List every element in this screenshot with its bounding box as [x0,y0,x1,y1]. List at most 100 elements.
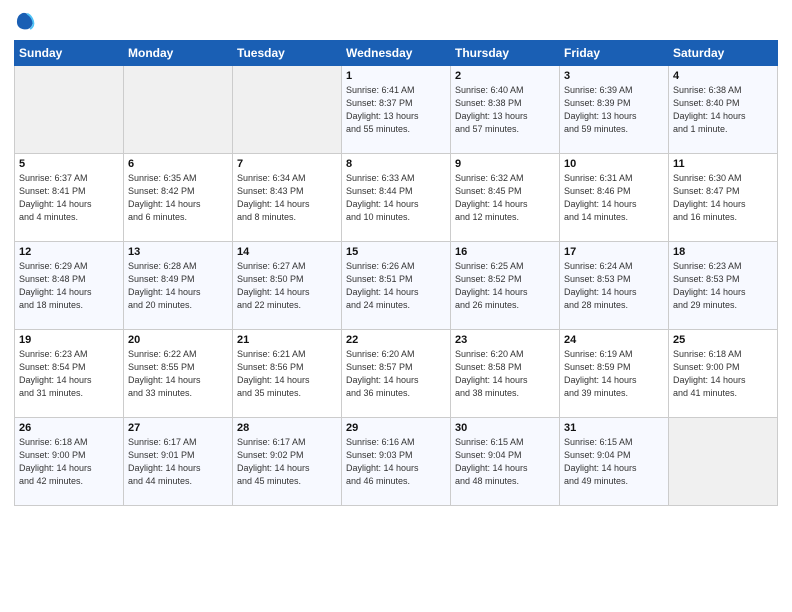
day-info: Sunrise: 6:17 AM Sunset: 9:02 PM Dayligh… [237,436,337,488]
day-info: Sunrise: 6:20 AM Sunset: 8:57 PM Dayligh… [346,348,446,400]
header [14,10,778,32]
day-number: 18 [673,246,773,258]
day-number: 3 [564,70,664,82]
day-number: 16 [455,246,555,258]
day-info: Sunrise: 6:24 AM Sunset: 8:53 PM Dayligh… [564,260,664,312]
calendar-cell: 21 Sunrise: 6:21 AM Sunset: 8:56 PM Dayli… [233,330,342,418]
calendar-cell: 11Sunrise: 6:30 AM Sunset: 8:47 PM Dayli… [669,154,778,242]
day-info: Sunrise: 6:15 AM Sunset: 9:04 PM Dayligh… [564,436,664,488]
weekday-header-tuesday: Tuesday [233,41,342,66]
day-number: 28 [237,422,337,434]
calendar-cell: 13 Sunrise: 6:28 AM Sunset: 8:49 PM Dayli… [124,242,233,330]
day-number: 1 [346,70,446,82]
day-number: 17 [564,246,664,258]
calendar-cell: 30 Sunrise: 6:15 AM Sunset: 9:04 PM Dayli… [451,418,560,506]
weekday-header-row: SundayMondayTuesdayWednesdayThursdayFrid… [15,41,778,66]
day-number: 4 [673,70,773,82]
day-number: 15 [346,246,446,258]
calendar-cell: 16 Sunrise: 6:25 AM Sunset: 8:52 PM Dayli… [451,242,560,330]
day-info: Sunrise: 6:38 AM Sunset: 8:40 PM Dayligh… [673,84,773,136]
day-number: 20 [128,334,228,346]
weekday-header-monday: Monday [124,41,233,66]
calendar-cell: 10 Sunrise: 6:31 AM Sunset: 8:46 PM Dayli… [560,154,669,242]
weekday-header-wednesday: Wednesday [342,41,451,66]
weekday-header-friday: Friday [560,41,669,66]
day-info: Sunrise: 6:16 AM Sunset: 9:03 PM Dayligh… [346,436,446,488]
day-number: 2 [455,70,555,82]
day-info: Sunrise: 6:37 AM Sunset: 8:41 PM Dayligh… [19,172,119,224]
calendar-cell: 29 Sunrise: 6:16 AM Sunset: 9:03 PM Dayli… [342,418,451,506]
calendar-cell: 24Sunrise: 6:19 AM Sunset: 8:59 PM Dayli… [560,330,669,418]
day-number: 26 [19,422,119,434]
calendar-cell [124,66,233,154]
calendar-cell: 4 Sunrise: 6:38 AM Sunset: 8:40 PM Daylig… [669,66,778,154]
day-number: 29 [346,422,446,434]
day-info: Sunrise: 6:33 AM Sunset: 8:44 PM Dayligh… [346,172,446,224]
day-number: 8 [346,158,446,170]
calendar-cell: 6 Sunrise: 6:35 AM Sunset: 8:42 PM Daylig… [124,154,233,242]
day-info: Sunrise: 6:23 AM Sunset: 8:53 PM Dayligh… [673,260,773,312]
day-number: 19 [19,334,119,346]
weekday-header-thursday: Thursday [451,41,560,66]
calendar-table: SundayMondayTuesdayWednesdayThursdayFrid… [14,40,778,506]
day-number: 5 [19,158,119,170]
calendar-cell: 26 Sunrise: 6:18 AM Sunset: 9:00 PM Dayli… [15,418,124,506]
day-number: 31 [564,422,664,434]
day-info: Sunrise: 6:28 AM Sunset: 8:49 PM Dayligh… [128,260,228,312]
day-number: 6 [128,158,228,170]
day-info: Sunrise: 6:39 AM Sunset: 8:39 PM Dayligh… [564,84,664,136]
day-info: Sunrise: 6:17 AM Sunset: 9:01 PM Dayligh… [128,436,228,488]
week-row-3: 19 Sunrise: 6:23 AM Sunset: 8:54 PM Dayli… [15,330,778,418]
day-info: Sunrise: 6:25 AM Sunset: 8:52 PM Dayligh… [455,260,555,312]
day-number: 23 [455,334,555,346]
calendar-cell: 14 Sunrise: 6:27 AM Sunset: 8:50 PM Dayli… [233,242,342,330]
day-info: Sunrise: 6:21 AM Sunset: 8:56 PM Dayligh… [237,348,337,400]
calendar-cell: 5 Sunrise: 6:37 AM Sunset: 8:41 PM Daylig… [15,154,124,242]
calendar-cell: 1 Sunrise: 6:41 AM Sunset: 8:37 PM Daylig… [342,66,451,154]
week-row-0: 1 Sunrise: 6:41 AM Sunset: 8:37 PM Daylig… [15,66,778,154]
calendar-cell: 23Sunrise: 6:20 AM Sunset: 8:58 PM Dayli… [451,330,560,418]
day-info: Sunrise: 6:32 AM Sunset: 8:45 PM Dayligh… [455,172,555,224]
day-info: Sunrise: 6:18 AM Sunset: 9:00 PM Dayligh… [19,436,119,488]
calendar-cell: 31 Sunrise: 6:15 AM Sunset: 9:04 PM Dayli… [560,418,669,506]
day-number: 10 [564,158,664,170]
day-number: 25 [673,334,773,346]
logo-icon [14,10,36,32]
calendar-body: 1 Sunrise: 6:41 AM Sunset: 8:37 PM Daylig… [15,66,778,506]
calendar-cell: 7Sunrise: 6:34 AM Sunset: 8:43 PM Daylig… [233,154,342,242]
day-number: 22 [346,334,446,346]
day-info: Sunrise: 6:15 AM Sunset: 9:04 PM Dayligh… [455,436,555,488]
page: SundayMondayTuesdayWednesdayThursdayFrid… [0,0,792,612]
day-info: Sunrise: 6:27 AM Sunset: 8:50 PM Dayligh… [237,260,337,312]
day-number: 30 [455,422,555,434]
day-number: 21 [237,334,337,346]
calendar-cell [233,66,342,154]
calendar-cell: 20Sunrise: 6:22 AM Sunset: 8:55 PM Dayli… [124,330,233,418]
calendar-cell: 2 Sunrise: 6:40 AM Sunset: 8:38 PM Daylig… [451,66,560,154]
calendar-cell: 27 Sunrise: 6:17 AM Sunset: 9:01 PM Dayli… [124,418,233,506]
calendar-cell: 9Sunrise: 6:32 AM Sunset: 8:45 PM Daylig… [451,154,560,242]
day-info: Sunrise: 6:41 AM Sunset: 8:37 PM Dayligh… [346,84,446,136]
day-number: 14 [237,246,337,258]
calendar-cell [15,66,124,154]
weekday-header-sunday: Sunday [15,41,124,66]
day-number: 13 [128,246,228,258]
day-info: Sunrise: 6:40 AM Sunset: 8:38 PM Dayligh… [455,84,555,136]
calendar-cell: 8 Sunrise: 6:33 AM Sunset: 8:44 PM Daylig… [342,154,451,242]
calendar-cell: 25Sunrise: 6:18 AM Sunset: 9:00 PM Dayli… [669,330,778,418]
day-number: 7 [237,158,337,170]
week-row-1: 5 Sunrise: 6:37 AM Sunset: 8:41 PM Daylig… [15,154,778,242]
calendar-cell: 22 Sunrise: 6:20 AM Sunset: 8:57 PM Dayli… [342,330,451,418]
day-info: Sunrise: 6:35 AM Sunset: 8:42 PM Dayligh… [128,172,228,224]
calendar-cell: 28 Sunrise: 6:17 AM Sunset: 9:02 PM Dayli… [233,418,342,506]
calendar-cell: 12Sunrise: 6:29 AM Sunset: 8:48 PM Dayli… [15,242,124,330]
day-info: Sunrise: 6:23 AM Sunset: 8:54 PM Dayligh… [19,348,119,400]
day-info: Sunrise: 6:31 AM Sunset: 8:46 PM Dayligh… [564,172,664,224]
calendar-cell: 19 Sunrise: 6:23 AM Sunset: 8:54 PM Dayli… [15,330,124,418]
day-info: Sunrise: 6:26 AM Sunset: 8:51 PM Dayligh… [346,260,446,312]
week-row-4: 26 Sunrise: 6:18 AM Sunset: 9:00 PM Dayli… [15,418,778,506]
day-info: Sunrise: 6:19 AM Sunset: 8:59 PM Dayligh… [564,348,664,400]
week-row-2: 12Sunrise: 6:29 AM Sunset: 8:48 PM Dayli… [15,242,778,330]
calendar-cell: 3 Sunrise: 6:39 AM Sunset: 8:39 PM Daylig… [560,66,669,154]
day-number: 27 [128,422,228,434]
